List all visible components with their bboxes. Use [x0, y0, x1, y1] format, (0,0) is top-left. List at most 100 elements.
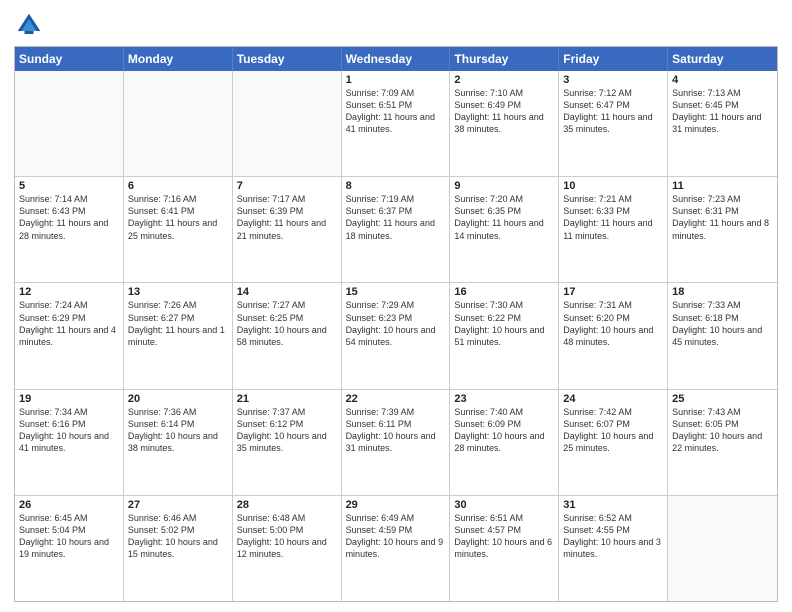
- day-info: Sunrise: 7:30 AM Sunset: 6:22 PM Dayligh…: [454, 299, 554, 348]
- day-info: Sunrise: 7:09 AM Sunset: 6:51 PM Dayligh…: [346, 87, 446, 136]
- calendar-cell: 5Sunrise: 7:14 AM Sunset: 6:43 PM Daylig…: [15, 177, 124, 282]
- header-day-thursday: Thursday: [450, 47, 559, 71]
- calendar-cell: 28Sunrise: 6:48 AM Sunset: 5:00 PM Dayli…: [233, 496, 342, 601]
- calendar-cell: 31Sunrise: 6:52 AM Sunset: 4:55 PM Dayli…: [559, 496, 668, 601]
- day-number: 10: [563, 180, 663, 192]
- day-info: Sunrise: 7:31 AM Sunset: 6:20 PM Dayligh…: [563, 299, 663, 348]
- calendar-cell: 6Sunrise: 7:16 AM Sunset: 6:41 PM Daylig…: [124, 177, 233, 282]
- day-info: Sunrise: 6:48 AM Sunset: 5:00 PM Dayligh…: [237, 512, 337, 561]
- day-info: Sunrise: 7:27 AM Sunset: 6:25 PM Dayligh…: [237, 299, 337, 348]
- day-number: 7: [237, 180, 337, 192]
- calendar-cell: 27Sunrise: 6:46 AM Sunset: 5:02 PM Dayli…: [124, 496, 233, 601]
- day-info: Sunrise: 7:17 AM Sunset: 6:39 PM Dayligh…: [237, 193, 337, 242]
- day-number: 22: [346, 393, 446, 405]
- calendar-cell: 16Sunrise: 7:30 AM Sunset: 6:22 PM Dayli…: [450, 283, 559, 388]
- day-number: 4: [672, 74, 773, 86]
- day-number: 20: [128, 393, 228, 405]
- day-number: 19: [19, 393, 119, 405]
- calendar-cell: 4Sunrise: 7:13 AM Sunset: 6:45 PM Daylig…: [668, 71, 777, 176]
- day-number: 28: [237, 499, 337, 511]
- day-number: 1: [346, 74, 446, 86]
- day-number: 23: [454, 393, 554, 405]
- day-info: Sunrise: 7:33 AM Sunset: 6:18 PM Dayligh…: [672, 299, 773, 348]
- day-info: Sunrise: 6:46 AM Sunset: 5:02 PM Dayligh…: [128, 512, 228, 561]
- day-info: Sunrise: 7:36 AM Sunset: 6:14 PM Dayligh…: [128, 406, 228, 455]
- calendar-week-5: 26Sunrise: 6:45 AM Sunset: 5:04 PM Dayli…: [15, 496, 777, 601]
- day-number: 13: [128, 286, 228, 298]
- calendar: SundayMondayTuesdayWednesdayThursdayFrid…: [14, 46, 778, 602]
- day-number: 3: [563, 74, 663, 86]
- calendar-week-3: 12Sunrise: 7:24 AM Sunset: 6:29 PM Dayli…: [15, 283, 777, 389]
- page: SundayMondayTuesdayWednesdayThursdayFrid…: [0, 0, 792, 612]
- day-number: 17: [563, 286, 663, 298]
- day-info: Sunrise: 7:20 AM Sunset: 6:35 PM Dayligh…: [454, 193, 554, 242]
- day-number: 12: [19, 286, 119, 298]
- day-info: Sunrise: 7:37 AM Sunset: 6:12 PM Dayligh…: [237, 406, 337, 455]
- logo-icon: [14, 10, 44, 40]
- day-number: 25: [672, 393, 773, 405]
- day-number: 15: [346, 286, 446, 298]
- calendar-cell: 7Sunrise: 7:17 AM Sunset: 6:39 PM Daylig…: [233, 177, 342, 282]
- header-day-sunday: Sunday: [15, 47, 124, 71]
- day-info: Sunrise: 7:16 AM Sunset: 6:41 PM Dayligh…: [128, 193, 228, 242]
- day-number: 6: [128, 180, 228, 192]
- day-info: Sunrise: 7:39 AM Sunset: 6:11 PM Dayligh…: [346, 406, 446, 455]
- day-info: Sunrise: 7:43 AM Sunset: 6:05 PM Dayligh…: [672, 406, 773, 455]
- day-number: 14: [237, 286, 337, 298]
- calendar-week-2: 5Sunrise: 7:14 AM Sunset: 6:43 PM Daylig…: [15, 177, 777, 283]
- header-day-friday: Friday: [559, 47, 668, 71]
- calendar-cell: [668, 496, 777, 601]
- day-info: Sunrise: 7:40 AM Sunset: 6:09 PM Dayligh…: [454, 406, 554, 455]
- day-info: Sunrise: 7:14 AM Sunset: 6:43 PM Dayligh…: [19, 193, 119, 242]
- day-info: Sunrise: 7:19 AM Sunset: 6:37 PM Dayligh…: [346, 193, 446, 242]
- calendar-cell: 1Sunrise: 7:09 AM Sunset: 6:51 PM Daylig…: [342, 71, 451, 176]
- calendar-cell: 17Sunrise: 7:31 AM Sunset: 6:20 PM Dayli…: [559, 283, 668, 388]
- calendar-cell: 24Sunrise: 7:42 AM Sunset: 6:07 PM Dayli…: [559, 390, 668, 495]
- calendar-cell: 14Sunrise: 7:27 AM Sunset: 6:25 PM Dayli…: [233, 283, 342, 388]
- calendar-cell: 29Sunrise: 6:49 AM Sunset: 4:59 PM Dayli…: [342, 496, 451, 601]
- day-info: Sunrise: 7:10 AM Sunset: 6:49 PM Dayligh…: [454, 87, 554, 136]
- day-info: Sunrise: 7:21 AM Sunset: 6:33 PM Dayligh…: [563, 193, 663, 242]
- day-number: 24: [563, 393, 663, 405]
- calendar-cell: 10Sunrise: 7:21 AM Sunset: 6:33 PM Dayli…: [559, 177, 668, 282]
- calendar-body: 1Sunrise: 7:09 AM Sunset: 6:51 PM Daylig…: [15, 71, 777, 601]
- day-info: Sunrise: 7:12 AM Sunset: 6:47 PM Dayligh…: [563, 87, 663, 136]
- day-number: 2: [454, 74, 554, 86]
- day-info: Sunrise: 7:42 AM Sunset: 6:07 PM Dayligh…: [563, 406, 663, 455]
- day-info: Sunrise: 7:24 AM Sunset: 6:29 PM Dayligh…: [19, 299, 119, 348]
- calendar-week-1: 1Sunrise: 7:09 AM Sunset: 6:51 PM Daylig…: [15, 71, 777, 177]
- day-number: 27: [128, 499, 228, 511]
- logo: [14, 10, 46, 40]
- calendar-cell: 8Sunrise: 7:19 AM Sunset: 6:37 PM Daylig…: [342, 177, 451, 282]
- calendar-cell: 23Sunrise: 7:40 AM Sunset: 6:09 PM Dayli…: [450, 390, 559, 495]
- calendar-cell: [124, 71, 233, 176]
- day-info: Sunrise: 7:13 AM Sunset: 6:45 PM Dayligh…: [672, 87, 773, 136]
- day-number: 26: [19, 499, 119, 511]
- day-info: Sunrise: 7:34 AM Sunset: 6:16 PM Dayligh…: [19, 406, 119, 455]
- header-day-saturday: Saturday: [668, 47, 777, 71]
- calendar-cell: 3Sunrise: 7:12 AM Sunset: 6:47 PM Daylig…: [559, 71, 668, 176]
- calendar-cell: 21Sunrise: 7:37 AM Sunset: 6:12 PM Dayli…: [233, 390, 342, 495]
- calendar-cell: 22Sunrise: 7:39 AM Sunset: 6:11 PM Dayli…: [342, 390, 451, 495]
- calendar-cell: 25Sunrise: 7:43 AM Sunset: 6:05 PM Dayli…: [668, 390, 777, 495]
- calendar-cell: 15Sunrise: 7:29 AM Sunset: 6:23 PM Dayli…: [342, 283, 451, 388]
- day-info: Sunrise: 7:23 AM Sunset: 6:31 PM Dayligh…: [672, 193, 773, 242]
- day-info: Sunrise: 6:51 AM Sunset: 4:57 PM Dayligh…: [454, 512, 554, 561]
- day-number: 21: [237, 393, 337, 405]
- calendar-cell: 12Sunrise: 7:24 AM Sunset: 6:29 PM Dayli…: [15, 283, 124, 388]
- day-info: Sunrise: 6:52 AM Sunset: 4:55 PM Dayligh…: [563, 512, 663, 561]
- calendar-cell: [233, 71, 342, 176]
- day-info: Sunrise: 7:29 AM Sunset: 6:23 PM Dayligh…: [346, 299, 446, 348]
- day-number: 31: [563, 499, 663, 511]
- calendar-cell: 2Sunrise: 7:10 AM Sunset: 6:49 PM Daylig…: [450, 71, 559, 176]
- calendar-cell: 26Sunrise: 6:45 AM Sunset: 5:04 PM Dayli…: [15, 496, 124, 601]
- calendar-cell: [15, 71, 124, 176]
- calendar-header: SundayMondayTuesdayWednesdayThursdayFrid…: [15, 47, 777, 71]
- day-info: Sunrise: 6:45 AM Sunset: 5:04 PM Dayligh…: [19, 512, 119, 561]
- day-number: 29: [346, 499, 446, 511]
- day-number: 11: [672, 180, 773, 192]
- day-number: 30: [454, 499, 554, 511]
- day-number: 5: [19, 180, 119, 192]
- calendar-cell: 30Sunrise: 6:51 AM Sunset: 4:57 PM Dayli…: [450, 496, 559, 601]
- header: [14, 10, 778, 40]
